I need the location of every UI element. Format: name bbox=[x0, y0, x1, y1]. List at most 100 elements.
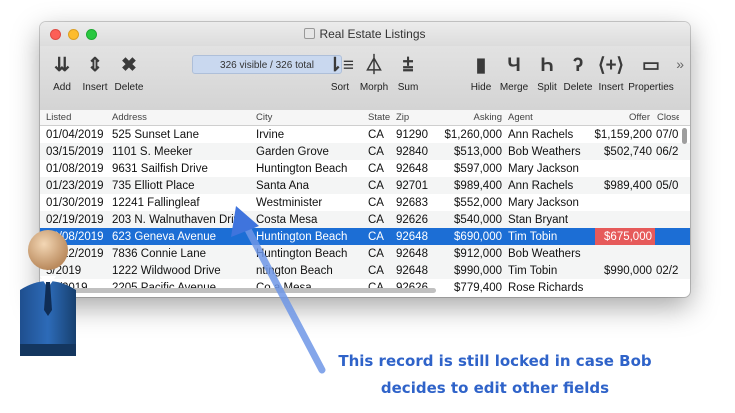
add-button[interactable]: ⇊ Add bbox=[48, 46, 76, 110]
cell-agent[interactable]: Ann Rachels bbox=[508, 179, 592, 193]
cell-zip[interactable]: 92701 bbox=[396, 179, 436, 193]
split-button[interactable]: Һ Split bbox=[532, 46, 562, 110]
column-header[interactable]: Listed bbox=[46, 111, 106, 124]
insert-field-button[interactable]: ⟨+⟩ Insert bbox=[595, 46, 627, 110]
toolbar-overflow-icon[interactable]: » bbox=[676, 56, 684, 72]
cell-city[interactable]: Garden Grove bbox=[256, 145, 364, 159]
window-title-wrap: Real Estate Listings bbox=[40, 27, 690, 41]
cell-offer-locked[interactable]: $675,000 bbox=[592, 230, 652, 244]
table-row[interactable]: 03/15/2019 1101 S. Meeker Garden Grove C… bbox=[40, 143, 690, 160]
cell-closed[interactable]: 07/0 bbox=[656, 128, 680, 142]
cell-address[interactable]: 735 Elliott Place bbox=[112, 179, 252, 193]
cell-asking[interactable]: $1,260,000 bbox=[436, 128, 502, 142]
cell-listed[interactable]: 01/30/2019 bbox=[46, 196, 108, 210]
cell-zip[interactable]: 92840 bbox=[396, 145, 436, 159]
sort-button[interactable]: ⇂≡ Sort bbox=[327, 46, 354, 110]
cell-agent[interactable]: Bob Weathers bbox=[508, 145, 592, 159]
table-row[interactable]: 03/12/2019 7836 Connie Lane Huntington B… bbox=[40, 245, 690, 262]
morph-button[interactable]: ⏃ Morph bbox=[357, 46, 391, 110]
table-row[interactable]: 01/08/2019 9631 Sailfish Drive Huntingto… bbox=[40, 160, 690, 177]
cell-closed[interactable]: 05/0 bbox=[656, 179, 680, 193]
cell-listed[interactable]: 01/23/2019 bbox=[46, 179, 108, 193]
column-header[interactable]: Asking bbox=[440, 111, 502, 124]
delete-button[interactable]: ✖ Delete bbox=[112, 46, 146, 110]
cell-state[interactable]: CA bbox=[368, 230, 394, 244]
cell-agent[interactable]: Mary Jackson bbox=[508, 196, 592, 210]
cell-city[interactable]: Huntington Beach bbox=[256, 162, 364, 176]
table-row-selected[interactable]: 02/08/2019 623 Geneva Avenue Huntington … bbox=[40, 228, 690, 245]
cell-city[interactable]: Huntington Beach bbox=[256, 247, 364, 261]
column-header[interactable]: State bbox=[368, 111, 394, 124]
cell-zip[interactable]: 92648 bbox=[396, 230, 436, 244]
cell-state[interactable]: CA bbox=[368, 162, 394, 176]
cell-listed[interactable]: 01/08/2019 bbox=[46, 162, 108, 176]
cell-address[interactable]: 12241 Fallingleaf bbox=[112, 196, 252, 210]
cell-city[interactable]: Huntington Beach bbox=[256, 230, 364, 244]
cell-state[interactable]: CA bbox=[368, 179, 394, 193]
cell-offer[interactable]: $1,159,200 bbox=[592, 128, 652, 142]
cell-state[interactable]: CA bbox=[368, 213, 394, 227]
cell-state[interactable]: CA bbox=[368, 128, 394, 142]
cell-city[interactable]: Costa Mesa bbox=[256, 213, 364, 227]
cell-zip[interactable]: 92683 bbox=[396, 196, 436, 210]
horizontal-scrollbar[interactable] bbox=[48, 288, 436, 293]
cell-address[interactable]: 1101 S. Meeker bbox=[112, 145, 252, 159]
cell-asking[interactable]: $552,000 bbox=[436, 196, 502, 210]
cell-agent[interactable]: Stan Bryant bbox=[508, 213, 592, 227]
cell-asking[interactable]: $513,000 bbox=[436, 145, 502, 159]
sum-button[interactable]: ⩲ Sum bbox=[393, 46, 423, 110]
cell-offer[interactable]: $502,740 bbox=[592, 145, 652, 159]
cell-closed[interactable]: 06/2 bbox=[656, 145, 680, 159]
insert-button[interactable]: ⇕ Insert bbox=[78, 46, 112, 110]
cell-agent[interactable]: Mary Jackson bbox=[508, 162, 592, 176]
properties-button[interactable]: ▭ Properties bbox=[627, 46, 675, 110]
cell-agent[interactable]: Ann Rachels bbox=[508, 128, 592, 142]
table-row[interactable]: 01/30/2019 12241 Fallingleaf Westministe… bbox=[40, 194, 690, 211]
cell-asking[interactable]: $912,000 bbox=[436, 247, 502, 261]
column-header[interactable]: City bbox=[256, 111, 356, 124]
cell-listed[interactable]: 02/19/2019 bbox=[46, 213, 108, 227]
cell-address[interactable]: 7836 Connie Lane bbox=[112, 247, 252, 261]
cell-asking[interactable]: $597,000 bbox=[436, 162, 502, 176]
title-bar[interactable]: Real Estate Listings bbox=[40, 22, 690, 46]
cell-asking[interactable]: $690,000 bbox=[436, 230, 502, 244]
cell-state[interactable]: CA bbox=[368, 247, 394, 261]
record-count-status: 326 visible / 326 total bbox=[192, 55, 342, 74]
cell-zip[interactable]: 91290 bbox=[396, 128, 436, 142]
cell-listed[interactable]: 03/15/2019 bbox=[46, 145, 108, 159]
cell-listed[interactable]: 01/04/2019 bbox=[46, 128, 108, 142]
column-header[interactable]: Address bbox=[112, 111, 252, 124]
cell-offer[interactable]: $989,400 bbox=[592, 179, 652, 193]
cell-zip[interactable]: 92648 bbox=[396, 162, 436, 176]
cell-asking[interactable]: $540,000 bbox=[436, 213, 502, 227]
delete-field-button[interactable]: ʔ Delete bbox=[561, 46, 595, 110]
table-row[interactable]: 01/23/2019 735 Elliott Place Santa Ana C… bbox=[40, 177, 690, 194]
cell-agent[interactable]: Tim Tobin bbox=[508, 230, 592, 244]
column-header[interactable]: Closed bbox=[657, 111, 679, 124]
cell-city[interactable]: Santa Ana bbox=[256, 179, 364, 193]
cell-zip[interactable]: 92648 bbox=[396, 247, 436, 261]
cell-state[interactable]: CA bbox=[368, 196, 394, 210]
cell-zip[interactable]: 92626 bbox=[396, 213, 436, 227]
cell-address[interactable]: 9631 Sailfish Drive bbox=[112, 162, 252, 176]
window-title: Real Estate Listings bbox=[319, 27, 426, 41]
table-row[interactable]: 01/04/2019 525 Sunset Lane Irvine CA 912… bbox=[40, 126, 690, 143]
vertical-scrollbar[interactable] bbox=[682, 128, 687, 144]
column-header[interactable]: Zip bbox=[396, 111, 432, 124]
column-header[interactable]: Agent bbox=[508, 111, 588, 124]
table-row[interactable]: 02/19/2019 203 N. Walnuthaven Drive Cost… bbox=[40, 211, 690, 228]
insert-field-label: Insert bbox=[598, 82, 624, 93]
cell-state[interactable]: CA bbox=[368, 145, 394, 159]
cell-city[interactable]: Irvine bbox=[256, 128, 364, 142]
column-header[interactable]: Offer bbox=[600, 111, 650, 124]
cell-address[interactable]: 203 N. Walnuthaven Drive bbox=[112, 213, 252, 227]
cell-address[interactable]: 623 Geneva Avenue bbox=[112, 230, 252, 244]
cell-address[interactable]: 525 Sunset Lane bbox=[112, 128, 252, 142]
cell-city[interactable]: Westminister bbox=[256, 196, 364, 210]
cell-agent[interactable]: Bob Weathers bbox=[508, 247, 592, 261]
split-column-icon: Һ bbox=[540, 55, 554, 76]
cell-asking[interactable]: $989,400 bbox=[436, 179, 502, 193]
hide-button[interactable]: ▮ Hide bbox=[467, 46, 495, 110]
avatar-base bbox=[20, 344, 76, 356]
merge-button[interactable]: Ч Merge bbox=[497, 46, 531, 110]
